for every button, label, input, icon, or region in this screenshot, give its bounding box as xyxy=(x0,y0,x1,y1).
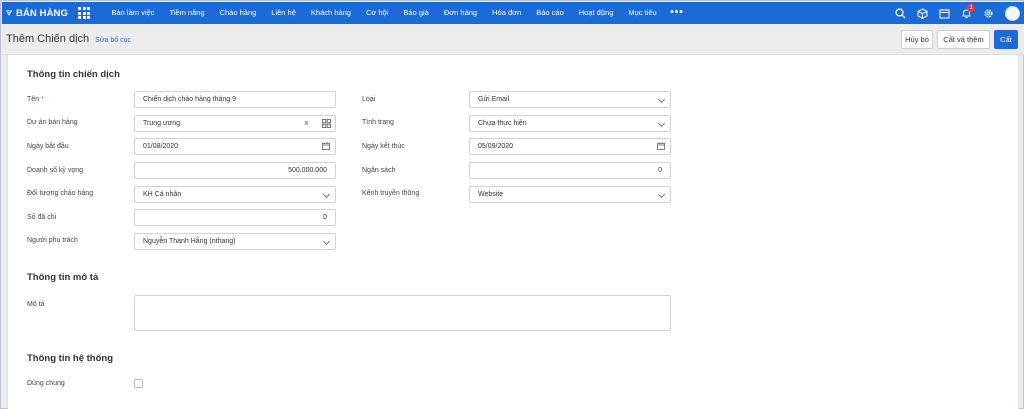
save-button[interactable]: Cất xyxy=(994,30,1018,49)
shared-label: Dùng chung xyxy=(27,380,65,387)
top-icons: 1 xyxy=(889,2,1020,24)
status-value: Chưa thực hiện xyxy=(478,120,527,127)
channel-select[interactable]: Website xyxy=(469,186,671,203)
name-field[interactable]: Chiến dịch chào hàng tháng 9 xyxy=(134,91,336,108)
type-select[interactable]: Gửi Email xyxy=(469,91,671,108)
nav-item-quotes[interactable]: Báo giá xyxy=(396,2,436,24)
end-date-field[interactable]: 05/09/2020 xyxy=(469,138,671,155)
status-label: Tình trạng xyxy=(362,119,394,126)
app-frame: BÁN HÀNG Bàn làm việc Tiềm năng Chào hàn… xyxy=(0,0,1024,409)
nav-more-button[interactable]: ••• xyxy=(664,3,690,23)
nav-item-invoices[interactable]: Hóa đơn xyxy=(485,2,529,24)
shared-checkbox[interactable] xyxy=(134,379,143,388)
page-header: Thêm Chiến dịch Sửa bố cục Hủy bỏ Cất và… xyxy=(2,24,1024,55)
cancel-button[interactable]: Hủy bỏ xyxy=(901,30,933,49)
brand[interactable]: BÁN HÀNG xyxy=(2,6,68,20)
nav-item-campaigns[interactable]: Chào hàng xyxy=(212,2,264,24)
start-date-value: 01/08/2020 xyxy=(143,143,179,150)
notification-badge: 1 xyxy=(967,4,975,12)
bell-icon[interactable]: 1 xyxy=(955,2,977,24)
page-title: Thêm Chiến dịch xyxy=(6,33,90,45)
package-icon[interactable] xyxy=(911,2,933,24)
nav-item-contacts[interactable]: Liên hệ xyxy=(264,2,304,24)
expected-sales-field[interactable]: 500.000.000 xyxy=(134,162,336,179)
avatar[interactable] xyxy=(1005,5,1020,21)
channel-label: Kênh truyền thông xyxy=(362,190,420,197)
chevron-down-icon xyxy=(322,237,331,246)
owner-label: Người phụ trách xyxy=(27,237,78,244)
nav-item-reports[interactable]: Báo cáo xyxy=(529,2,572,24)
end-date-label: Ngày kết thúc xyxy=(362,143,405,150)
target-label: Đối tượng chào hàng xyxy=(27,190,94,197)
chevron-down-icon xyxy=(657,190,666,199)
project-label: Dự án bán hàng xyxy=(27,119,78,126)
start-date-label: Ngày bắt đầu xyxy=(27,143,69,150)
gear-icon[interactable] xyxy=(977,2,999,24)
apps-grid-icon[interactable] xyxy=(78,7,90,19)
brand-title: BÁN HÀNG xyxy=(16,7,68,19)
channel-value: Website xyxy=(478,191,504,198)
budget-field[interactable]: 0 xyxy=(469,162,671,179)
owner-value: Nguyễn Thanh Hằng (nthang) xyxy=(143,238,236,245)
budget-label: Ngân sách xyxy=(362,167,396,174)
end-date-value: 05/09/2020 xyxy=(478,143,514,150)
form-panel: Thông tin chiến dịch Tên * Chiến dịch chà… xyxy=(7,55,1019,409)
nav-item-activities[interactable]: Hoạt động xyxy=(571,2,621,24)
section-title-description: Thông tin mô tả xyxy=(27,272,99,283)
search-icon[interactable] xyxy=(889,2,911,24)
nav-item-goals[interactable]: Mục tiêu xyxy=(621,2,664,24)
start-date-field[interactable]: 01/08/2020 xyxy=(134,138,336,155)
calendar-icon[interactable] xyxy=(657,142,665,150)
type-value: Gửi Email xyxy=(478,96,510,103)
header-actions: Hủy bỏ Cất và thêm Cất xyxy=(897,30,1018,49)
target-select[interactable]: KH Cá nhân xyxy=(134,186,336,203)
required-mark: * xyxy=(41,96,44,103)
calendar-icon[interactable] xyxy=(322,142,330,150)
calendar-icon[interactable] xyxy=(933,2,955,24)
type-label: Loại xyxy=(362,96,376,103)
nav-item-dashboard[interactable]: Bàn làm việc xyxy=(104,2,162,24)
edit-layout-link[interactable]: Sửa bố cục xyxy=(95,37,131,44)
project-value: Trung ương xyxy=(143,120,181,127)
status-select[interactable]: Chưa thực hiện xyxy=(469,115,671,132)
chevron-down-icon xyxy=(322,190,331,199)
nav-item-orders[interactable]: Đơn hàng xyxy=(436,2,484,24)
save-and-add-button[interactable]: Cất và thêm xyxy=(937,30,990,49)
main-nav: Bàn làm việc Tiềm năng Chào hàng Liên hệ… xyxy=(104,2,690,24)
target-value: KH Cá nhân xyxy=(143,191,182,198)
owner-select[interactable]: Nguyễn Thanh Hằng (nthang) xyxy=(134,233,336,250)
grid-picker-icon[interactable] xyxy=(322,119,331,128)
spent-label: Số đã chi xyxy=(27,214,57,221)
chevron-down-icon xyxy=(657,95,666,104)
section-title-system: Thông tin hệ thống xyxy=(27,353,114,364)
section-title-info: Thông tin chiến dịch xyxy=(27,69,120,80)
project-field[interactable]: Trung ương × xyxy=(134,115,336,132)
nav-item-opportunities[interactable]: Cơ hội xyxy=(358,2,395,24)
description-label: Mô tả xyxy=(27,301,45,308)
spent-field[interactable]: 0 xyxy=(134,209,336,226)
chevron-down-icon xyxy=(657,119,666,128)
top-navbar: BÁN HÀNG Bàn làm việc Tiềm năng Chào hàn… xyxy=(2,2,1024,24)
brand-logo-icon xyxy=(6,10,12,16)
description-textarea[interactable] xyxy=(134,295,671,331)
expected-sales-label: Doanh số kỳ vọng xyxy=(27,167,84,174)
nav-item-leads[interactable]: Tiềm năng xyxy=(162,2,212,24)
nav-item-customers[interactable]: Khách hàng xyxy=(303,2,358,24)
name-label: Tên * xyxy=(27,96,44,103)
clear-icon[interactable]: × xyxy=(304,119,309,128)
